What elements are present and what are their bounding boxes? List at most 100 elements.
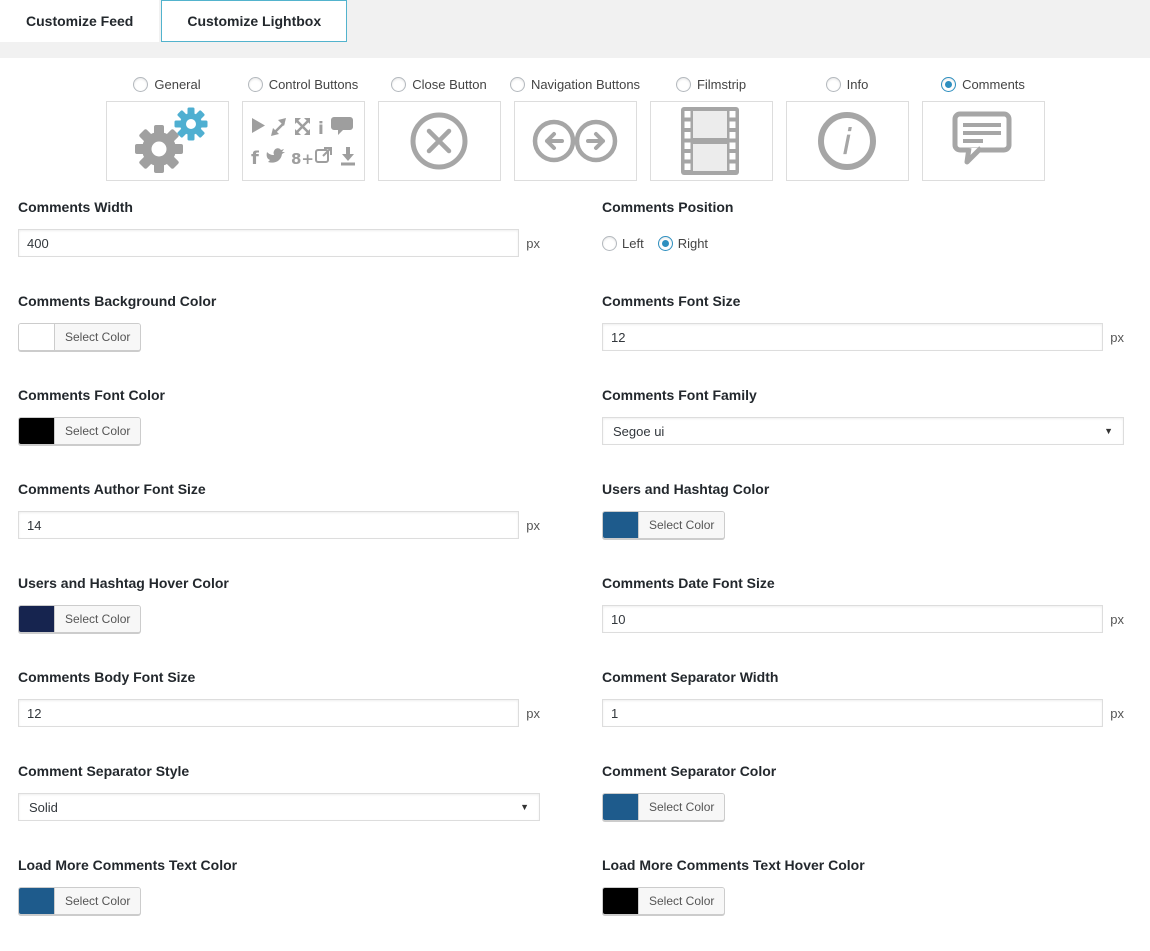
comments-font-color-button[interactable]: Select Color: [18, 417, 141, 445]
svg-text:8+: 8+: [291, 150, 314, 168]
field-load-more-comments-text-hover-color: Load More Comments Text Hover Color Sele…: [602, 857, 1124, 916]
comments-width-unit: px: [526, 236, 540, 251]
comment-separator-width-input[interactable]: [602, 699, 1103, 727]
section-radio-control-buttons[interactable]: Control Buttons: [248, 77, 359, 92]
color-swatch: [19, 418, 54, 444]
color-swatch: [603, 512, 638, 538]
filmstrip-icon: [651, 102, 771, 180]
comments-position-label: Comments Position: [602, 199, 1124, 215]
svg-text:i: i: [318, 119, 324, 139]
comments-font-size-label: Comments Font Size: [602, 293, 1124, 309]
comments-font-size-input[interactable]: [602, 323, 1103, 351]
tabbar: Customize Feed Customize Lightbox: [0, 0, 1150, 42]
section-radio-general[interactable]: General: [133, 77, 200, 92]
radio-comments-icon: [941, 77, 956, 92]
comments-position-right-radio[interactable]: Right: [658, 236, 708, 251]
section-label-filmstrip: Filmstrip: [697, 77, 746, 92]
svg-text:i: i: [842, 122, 852, 163]
gears-icon: [107, 103, 227, 179]
load-more-comments-text-hover-color-label: Load More Comments Text Hover Color: [602, 857, 1124, 873]
comments-width-label: Comments Width: [18, 199, 540, 215]
radio-right-icon: [658, 236, 673, 251]
chevron-down-icon: ▼: [1104, 426, 1113, 436]
section-navigation-buttons: Navigation Buttons: [514, 77, 637, 181]
comment-separator-style-select[interactable]: Solid ▼: [18, 793, 540, 821]
select-color-label: Select Color: [638, 888, 724, 914]
comment-separator-color-button[interactable]: Select Color: [602, 793, 725, 821]
section-close-button: Close Button: [378, 77, 501, 181]
control-buttons-icon: i f 8+: [246, 113, 360, 169]
section-iconbox-comments[interactable]: [922, 101, 1045, 181]
comments-date-font-size-input[interactable]: [602, 605, 1103, 633]
tab-customize-lightbox[interactable]: Customize Lightbox: [161, 0, 347, 42]
section-info: Info i: [786, 77, 909, 181]
section-iconbox-filmstrip[interactable]: [650, 101, 773, 181]
load-more-comments-text-color-label: Load More Comments Text Color: [18, 857, 540, 873]
comment-separator-style-label: Comment Separator Style: [18, 763, 540, 779]
radio-general-icon: [133, 77, 148, 92]
comment-bubble-icon: [923, 102, 1043, 180]
color-swatch: [603, 888, 638, 914]
load-more-comments-text-hover-color-button[interactable]: Select Color: [602, 887, 725, 915]
radio-close-button-icon: [391, 77, 406, 92]
select-color-label: Select Color: [638, 794, 724, 820]
tabbar-spacer: [0, 42, 1150, 58]
comments-font-family-select[interactable]: Segoe ui ▼: [602, 417, 1124, 445]
comments-body-font-size-input[interactable]: [18, 699, 519, 727]
comments-body-font-size-label: Comments Body Font Size: [18, 669, 540, 685]
comments-background-color-button[interactable]: Select Color: [18, 323, 141, 351]
comments-position-left-radio[interactable]: Left: [602, 236, 644, 251]
comment-separator-width-label: Comment Separator Width: [602, 669, 1124, 685]
section-label-control-buttons: Control Buttons: [269, 77, 359, 92]
field-comment-separator-color: Comment Separator Color Select Color: [602, 763, 1124, 822]
svg-text:f: f: [251, 148, 259, 169]
section-label-comments: Comments: [962, 77, 1025, 92]
section-radio-comments[interactable]: Comments: [941, 77, 1025, 92]
lightbox-settings-panel: General: [0, 58, 1150, 951]
field-comments-background-color: Comments Background Color Select Color: [18, 293, 540, 352]
radio-filmstrip-icon: [676, 77, 691, 92]
users-hashtag-color-button[interactable]: Select Color: [602, 511, 725, 539]
lightbox-comments-form: Comments Width px Comments Position Left…: [18, 199, 1124, 951]
section-radio-filmstrip[interactable]: Filmstrip: [676, 77, 746, 92]
select-color-label: Select Color: [54, 888, 140, 914]
nav-arrows-icon: [515, 102, 635, 180]
section-iconbox-navigation-buttons[interactable]: [514, 101, 637, 181]
comments-author-font-size-label: Comments Author Font Size: [18, 481, 540, 497]
section-iconbox-control-buttons[interactable]: i f 8+: [242, 101, 365, 181]
section-radio-navigation-buttons[interactable]: Navigation Buttons: [510, 77, 640, 92]
section-radio-close-button[interactable]: Close Button: [391, 77, 486, 92]
field-comments-font-color: Comments Font Color Select Color: [18, 387, 540, 446]
lightbox-section-chooser: General: [0, 77, 1150, 181]
comments-body-font-size-unit: px: [526, 706, 540, 721]
select-color-label: Select Color: [54, 418, 140, 444]
field-comments-position: Comments Position Left Right: [602, 199, 1124, 258]
section-iconbox-general[interactable]: [106, 101, 229, 181]
section-radio-info[interactable]: Info: [826, 77, 869, 92]
users-hashtag-hover-color-label: Users and Hashtag Hover Color: [18, 575, 540, 591]
comments-date-font-size-unit: px: [1110, 612, 1124, 627]
field-comments-font-family: Comments Font Family Segoe ui ▼: [602, 387, 1124, 446]
select-color-label: Select Color: [638, 512, 724, 538]
close-circle-icon: [379, 102, 499, 180]
section-label-info: Info: [847, 77, 869, 92]
section-iconbox-info[interactable]: i: [786, 101, 909, 181]
color-swatch: [19, 324, 54, 350]
field-load-more-comments-text-color: Load More Comments Text Color Select Col…: [18, 857, 540, 916]
tab-customize-feed[interactable]: Customize Feed: [0, 0, 159, 42]
section-iconbox-close-button[interactable]: [378, 101, 501, 181]
field-users-hashtag-color: Users and Hashtag Color Select Color: [602, 481, 1124, 540]
section-label-general: General: [154, 77, 200, 92]
comments-author-font-size-input[interactable]: [18, 511, 519, 539]
section-label-close-button: Close Button: [412, 77, 486, 92]
load-more-comments-text-color-button[interactable]: Select Color: [18, 887, 141, 915]
field-comments-font-size: Comments Font Size px: [602, 293, 1124, 352]
radio-info-icon: [826, 77, 841, 92]
comments-width-input[interactable]: [18, 229, 519, 257]
radio-left-icon: [602, 236, 617, 251]
section-filmstrip: Filmstrip: [650, 77, 773, 181]
color-swatch: [19, 888, 54, 914]
users-hashtag-hover-color-button[interactable]: Select Color: [18, 605, 141, 633]
section-comments: Comments: [922, 77, 1045, 181]
info-circle-icon: i: [787, 102, 907, 180]
